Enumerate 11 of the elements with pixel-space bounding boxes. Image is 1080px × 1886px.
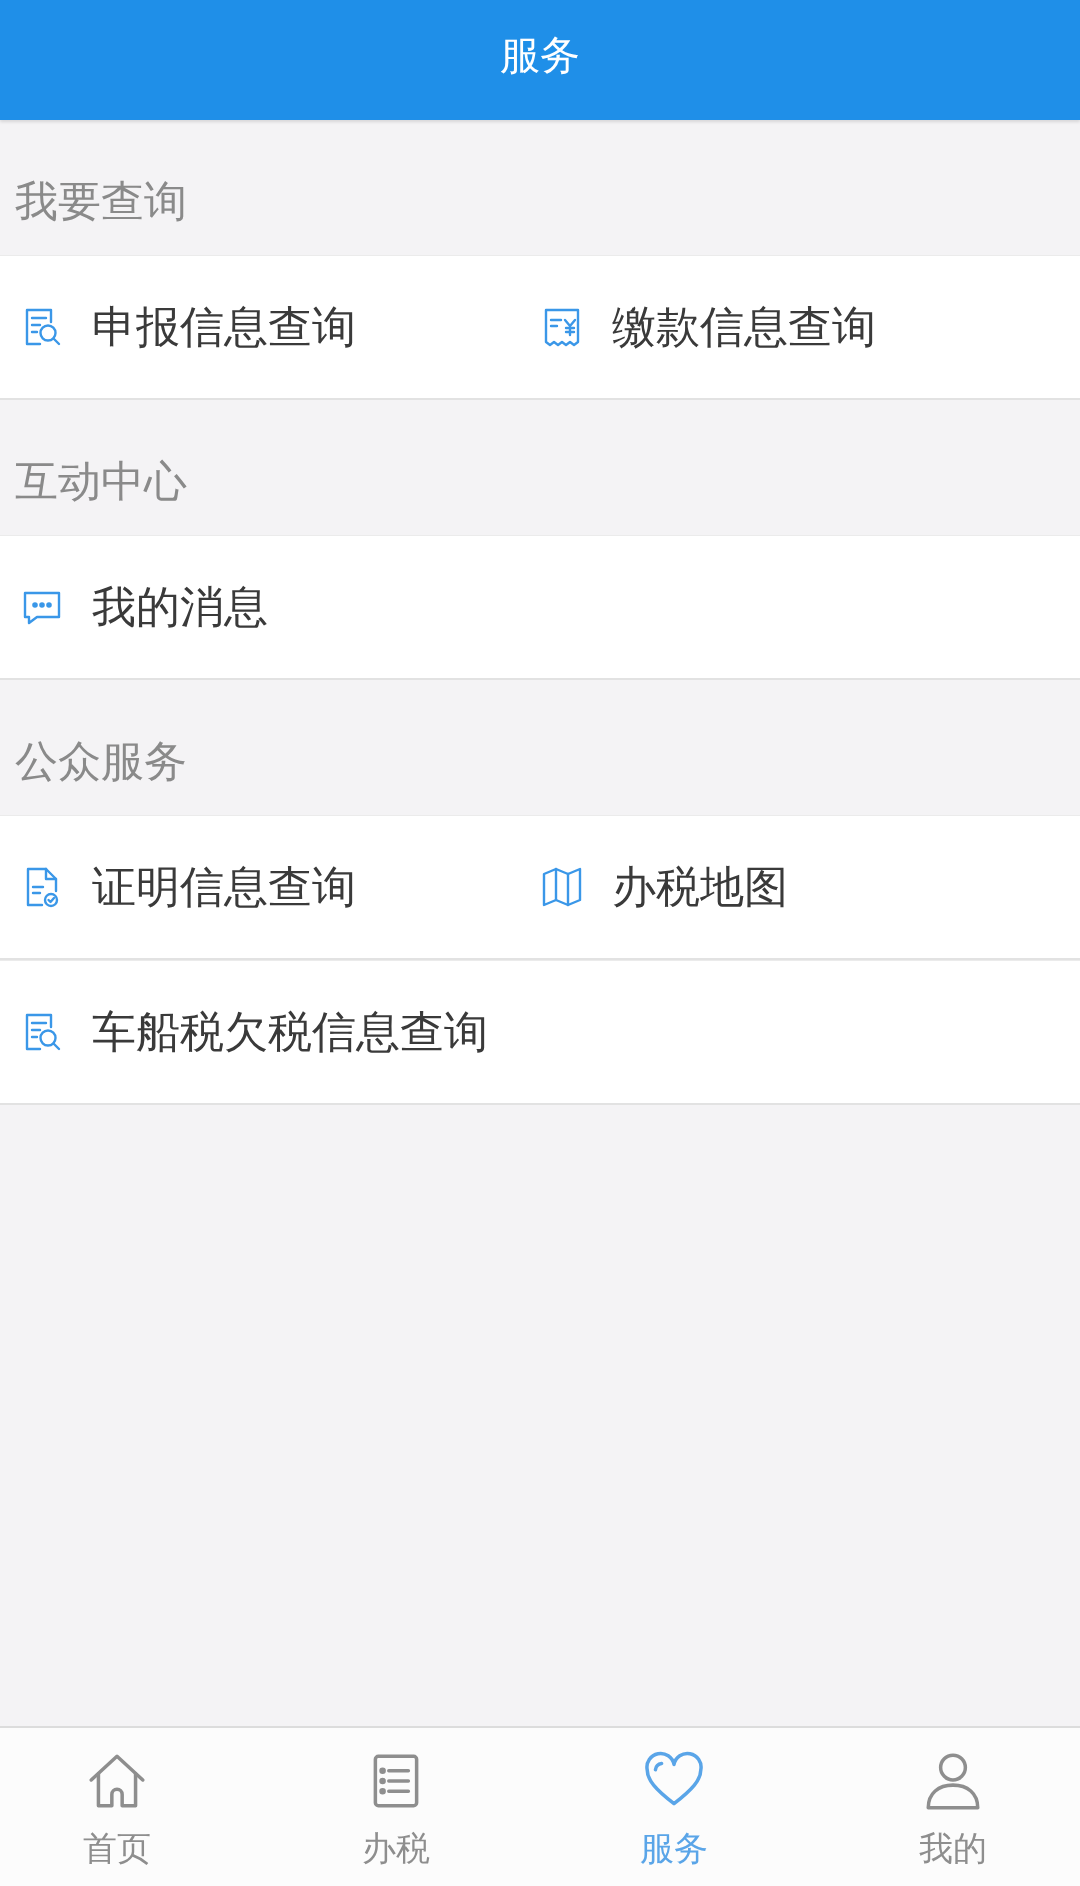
page-title: 服务 xyxy=(500,31,580,79)
section-title: 互动中心 xyxy=(15,456,187,506)
menu-item[interactable]: 缴款信息查询 xyxy=(520,256,888,398)
menu-item[interactable]: 车船税欠税信息查询 xyxy=(0,961,500,1103)
map-icon xyxy=(540,865,584,909)
section-title: 我要查询 xyxy=(15,176,187,226)
menu-item[interactable]: 我的消息 xyxy=(0,536,280,678)
menu-item[interactable]: 证明信息查询 xyxy=(0,816,368,958)
menu-item[interactable]: 办税地图 xyxy=(520,816,800,958)
section-title: 公众服务 xyxy=(15,736,187,786)
menu-item[interactable]: 申报信息查询 xyxy=(0,256,368,398)
